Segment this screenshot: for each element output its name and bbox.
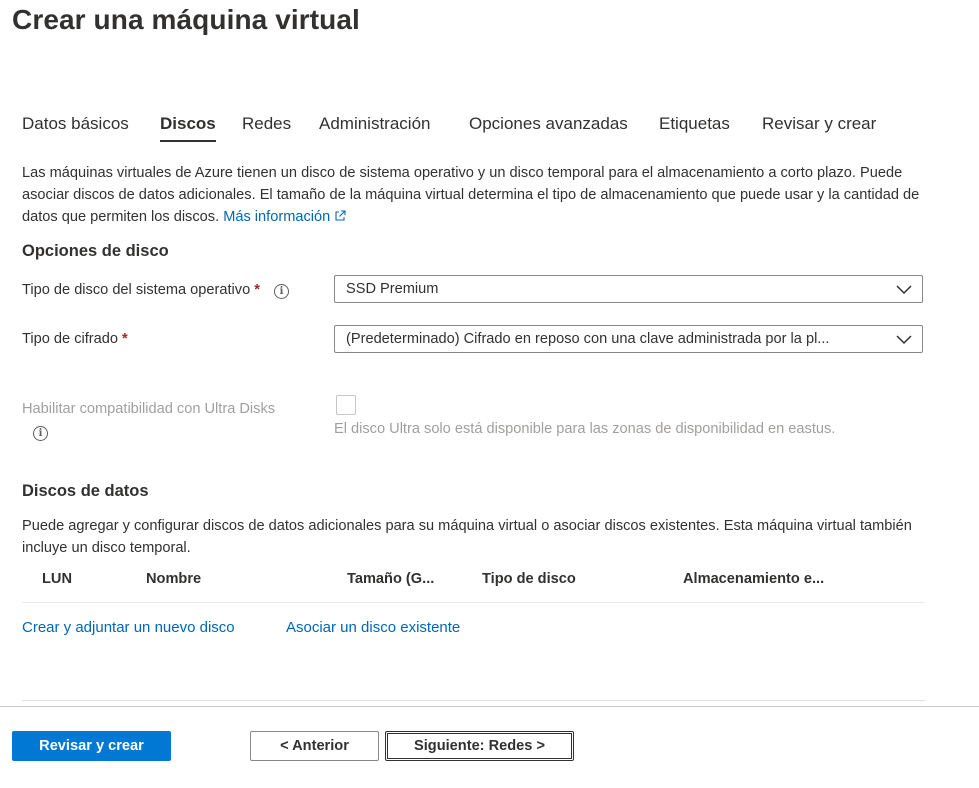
content-divider bbox=[22, 700, 925, 701]
os-disk-type-label-text: Tipo de disco del sistema operativo bbox=[22, 282, 251, 298]
required-mark: * bbox=[122, 331, 128, 347]
tab-administracion[interactable]: Administración bbox=[319, 113, 431, 135]
ultra-disks-hint: El disco Ultra solo está disponible para… bbox=[334, 421, 836, 437]
os-disk-type-label: Tipo de disco del sistema operativo * i bbox=[22, 282, 289, 299]
os-disk-type-value: SSD Premium bbox=[346, 281, 439, 297]
tab-datos-basicos[interactable]: Datos básicos bbox=[22, 113, 129, 135]
intro-description: Las máquinas virtuales de Azure tienen u… bbox=[22, 165, 920, 225]
info-icon[interactable]: i bbox=[273, 284, 289, 299]
external-link-icon bbox=[334, 207, 346, 229]
page-title: Crear una máquina virtual bbox=[12, 4, 360, 35]
tab-etiquetas[interactable]: Etiquetas bbox=[659, 113, 730, 135]
column-header-almacenamiento[interactable]: Almacenamiento e... bbox=[683, 571, 824, 587]
previous-button[interactable]: < Anterior bbox=[250, 731, 379, 761]
encryption-type-label-text: Tipo de cifrado bbox=[22, 331, 118, 347]
attach-existing-disk-link[interactable]: Asociar un disco existente bbox=[286, 619, 460, 636]
encryption-type-label: Tipo de cifrado * bbox=[22, 331, 128, 347]
ultra-disks-label: Habilitar compatibilidad con Ultra Disks bbox=[22, 401, 276, 417]
chevron-down-icon bbox=[896, 285, 912, 295]
os-disk-type-select[interactable]: SSD Premium bbox=[334, 275, 923, 303]
tab-opciones-avanzadas[interactable]: Opciones avanzadas bbox=[469, 113, 628, 135]
required-mark: * bbox=[254, 282, 260, 298]
chevron-down-icon bbox=[896, 335, 912, 345]
footer-divider bbox=[0, 706, 979, 707]
ultra-disks-checkbox[interactable] bbox=[336, 395, 356, 415]
column-header-tipo-disco[interactable]: Tipo de disco bbox=[482, 571, 576, 587]
learn-more-label[interactable]: Más información bbox=[223, 209, 330, 225]
learn-more-link[interactable]: Más información bbox=[223, 209, 346, 225]
tab-redes[interactable]: Redes bbox=[242, 113, 291, 135]
tab-revisar-y-crear[interactable]: Revisar y crear bbox=[762, 113, 876, 135]
column-header-tamano[interactable]: Tamaño (G... bbox=[347, 571, 434, 587]
info-icon[interactable]: i bbox=[33, 426, 48, 441]
tab-discos[interactable]: Discos bbox=[160, 113, 216, 142]
data-disks-description: Puede agregar y configurar discos de dat… bbox=[22, 518, 912, 556]
next-redes-button[interactable]: Siguiente: Redes > bbox=[385, 731, 574, 761]
intro-text: Las máquinas virtuales de Azure tienen u… bbox=[22, 162, 922, 229]
column-header-nombre[interactable]: Nombre bbox=[146, 571, 201, 587]
encryption-type-value: (Predeterminado) Cifrado en reposo con u… bbox=[346, 331, 830, 347]
data-disks-heading: Discos de datos bbox=[22, 482, 149, 500]
create-attach-disk-link[interactable]: Crear y adjuntar un nuevo disco bbox=[22, 619, 235, 636]
review-create-button[interactable]: Revisar y crear bbox=[12, 731, 171, 761]
data-disks-table-header: LUN Nombre Tamaño (G... Tipo de disco Al… bbox=[22, 566, 925, 603]
column-header-lun[interactable]: LUN bbox=[42, 571, 72, 587]
create-vm-page: Crear una máquina virtual Datos básicos … bbox=[0, 0, 979, 788]
encryption-type-select[interactable]: (Predeterminado) Cifrado en reposo con u… bbox=[334, 325, 923, 353]
disk-options-heading: Opciones de disco bbox=[22, 242, 169, 260]
